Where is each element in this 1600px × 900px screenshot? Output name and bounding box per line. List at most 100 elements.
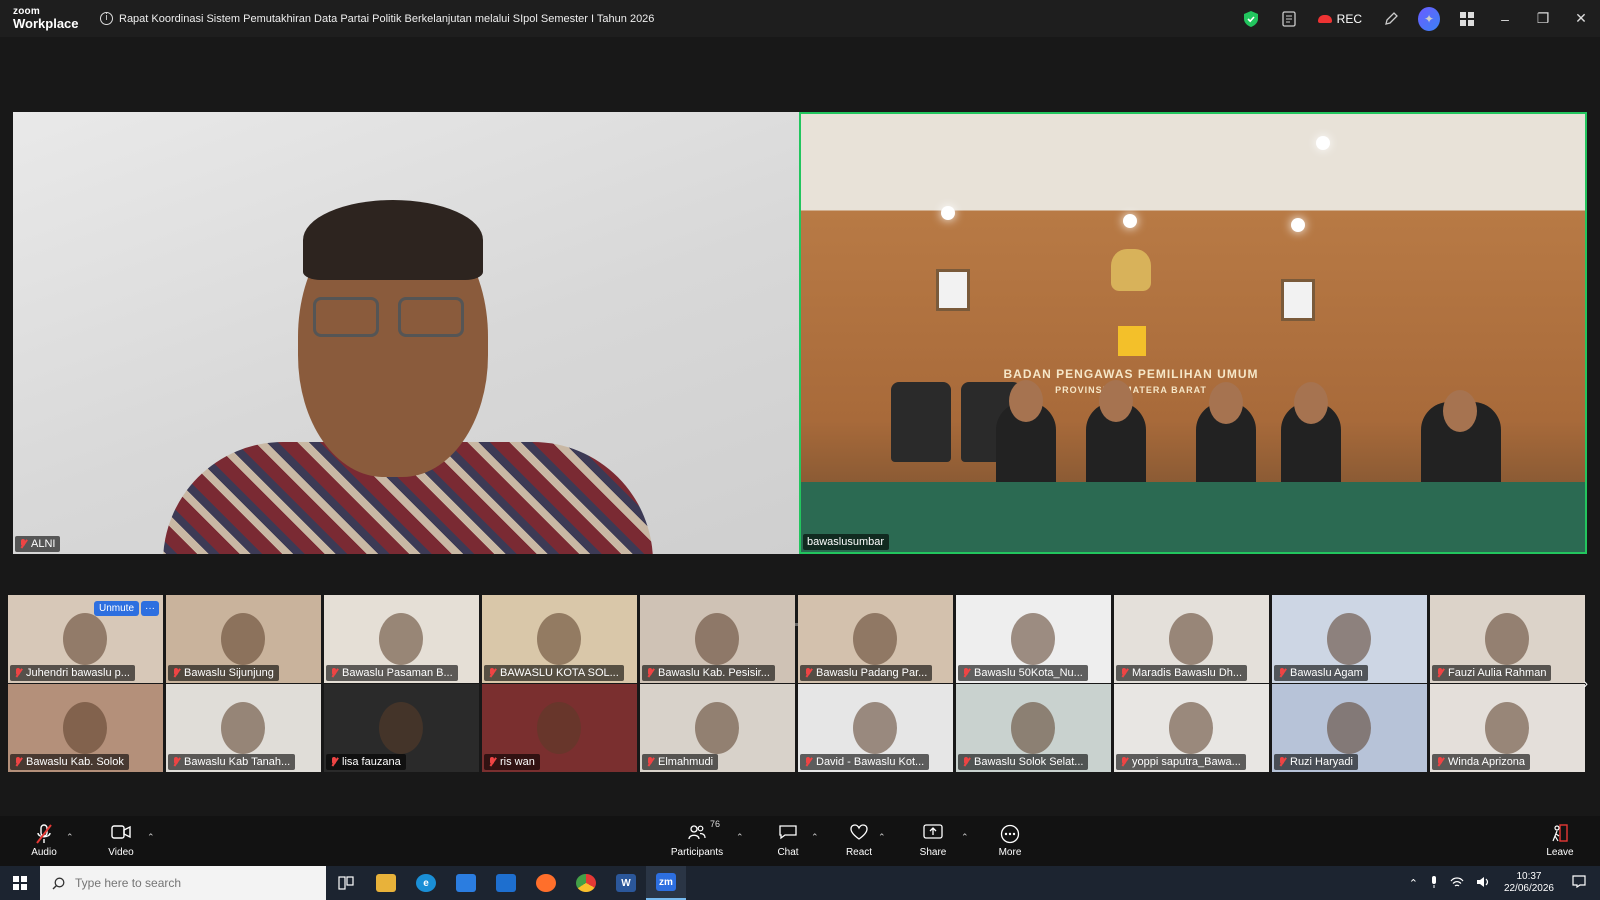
firefox-icon[interactable] [526, 866, 566, 900]
react-button[interactable]: React [844, 816, 874, 866]
attendee-face [1294, 382, 1328, 424]
gallery-tile[interactable]: Juhendri bawaslu p... Unmute ··· [8, 595, 163, 683]
windows-logo-icon [13, 876, 27, 890]
restore-button[interactable]: ❐ [1524, 10, 1562, 27]
video-camera-icon [111, 824, 131, 844]
more-button[interactable]: More [997, 816, 1023, 866]
gallery-tile[interactable]: ris wan [482, 684, 637, 772]
participant-hair [303, 200, 483, 280]
info-icon[interactable]: i [100, 12, 113, 25]
gallery-tile[interactable]: Bawaslu 50Kota_Nu... [956, 595, 1111, 683]
share-button[interactable]: Share [918, 816, 948, 866]
more-label: More [998, 847, 1022, 858]
shield-icon[interactable] [1240, 8, 1262, 30]
word-icon[interactable]: W [606, 866, 646, 900]
store-icon[interactable] [446, 866, 486, 900]
participant-name: Winda Aprizona [1448, 756, 1526, 768]
clock-time: 10:37 [1516, 870, 1542, 882]
close-button[interactable]: ✕ [1562, 10, 1600, 27]
gallery-tile[interactable]: David - Bawaslu Kot... [798, 684, 953, 772]
participant-name: ALNI [31, 538, 56, 550]
mic-muted-icon [488, 757, 496, 767]
gallery-tile[interactable]: Fauzi Aulia Rahman [1430, 595, 1585, 683]
file-explorer-icon[interactable] [366, 866, 406, 900]
video-tile-speaker-2-active[interactable]: BADAN PENGAWAS PEMILIHAN UMUM PROVINSI S… [799, 112, 1587, 554]
chevron-up-icon[interactable]: ⌃ [1409, 877, 1418, 890]
pencil-icon[interactable] [1380, 8, 1402, 30]
minimize-button[interactable]: – [1486, 11, 1524, 27]
search-input[interactable] [75, 876, 305, 890]
gallery-tile[interactable]: Bawaslu Kab Tanah... [166, 684, 321, 772]
chat-icon [779, 824, 797, 844]
video-tile-speaker-1[interactable]: ALNI [13, 112, 799, 554]
notes-icon[interactable] [1278, 8, 1300, 30]
participant-name-label: lisa fauzana [326, 754, 406, 770]
gallery-tile[interactable]: Winda Aprizona [1430, 684, 1585, 772]
leave-button[interactable]: Leave [1546, 816, 1574, 866]
chat-options-chevron-up-icon[interactable]: ⌃ [811, 833, 819, 843]
participant-name-label: Fauzi Aulia Rahman [1432, 665, 1552, 681]
gallery-tile[interactable]: Bawaslu Kab. Pesisir... [640, 595, 795, 683]
ceiling-light [1291, 218, 1305, 232]
gallery-tile[interactable]: Bawaslu Solok Selat... [956, 684, 1111, 772]
gallery-tile[interactable]: Bawaslu Padang Par... [798, 595, 953, 683]
participant-video [1011, 702, 1055, 754]
audio-options-chevron-up-icon[interactable]: ⌃ [66, 833, 74, 843]
video-options-chevron-up-icon[interactable]: ⌃ [147, 833, 155, 843]
gallery-tile[interactable]: lisa fauzana [324, 684, 479, 772]
participant-name: Bawaslu Solok Selat... [974, 756, 1084, 768]
start-button[interactable] [0, 866, 40, 900]
participant-video [63, 702, 107, 754]
gallery-tile[interactable]: Bawaslu Pasaman B... [324, 595, 479, 683]
tile-more-button[interactable]: ··· [141, 601, 159, 616]
gallery-tile[interactable]: BAWASLU KOTA SOL... [482, 595, 637, 683]
gallery-tile[interactable]: Maradis Bawaslu Dh... [1114, 595, 1269, 683]
chrome-icon[interactable] [566, 866, 606, 900]
gallery-tile[interactable]: yoppi saputra_Bawa... [1114, 684, 1269, 772]
chat-button[interactable]: Chat [774, 816, 802, 866]
react-label: React [845, 847, 873, 858]
share-label: Share [919, 847, 947, 858]
gallery-tile[interactable]: Bawaslu Sijunjung [166, 595, 321, 683]
participant-name-label: Bawaslu Kab Tanah... [168, 754, 296, 770]
video-label: Video [108, 847, 134, 858]
more-dots-icon [1000, 824, 1020, 844]
gallery-strip: Winda Aprizona Ruzi Haryadi yoppi saputra_… [8, 595, 1592, 773]
network-icon[interactable] [1450, 876, 1464, 891]
mic-muted-icon [1436, 668, 1444, 678]
unmute-button[interactable]: Unmute [93, 601, 139, 616]
taskbar-search[interactable] [40, 866, 326, 900]
react-options-chevron-up-icon[interactable]: ⌃ [878, 833, 886, 843]
gallery-tile[interactable]: Bawaslu Agam [1272, 595, 1427, 683]
video-button[interactable]: Video [104, 816, 138, 866]
record-indicator[interactable]: REC [1317, 12, 1362, 26]
edge-icon[interactable]: e [406, 866, 446, 900]
participant-name-label: Bawaslu Kab. Solok [10, 754, 129, 770]
participant-name: Juhendri bawaslu p... [26, 667, 130, 679]
gallery-tile[interactable]: Elmahmudi [640, 684, 795, 772]
record-cloud-icon [1317, 14, 1332, 23]
gallery-tile[interactable]: Ruzi Haryadi [1272, 684, 1427, 772]
participant-name: Bawaslu Padang Par... [816, 667, 928, 679]
mic-muted-icon [646, 668, 654, 678]
zoom-taskbar-icon[interactable]: zm [646, 866, 686, 900]
participant-name-label: David - Bawaslu Kot... [800, 754, 930, 770]
audio-button[interactable]: Audio [28, 816, 60, 866]
taskbar-clock[interactable]: 10:37 22/06/2026 [1504, 871, 1554, 896]
notifications-icon[interactable] [1572, 875, 1586, 891]
task-view-icon[interactable] [326, 866, 366, 900]
windows-taskbar: e W zm ⌃ 10:37 22/06/2026 [0, 866, 1600, 900]
mail-icon[interactable] [486, 866, 526, 900]
chevron-right-icon[interactable]: › [1583, 675, 1588, 691]
ai-companion-button[interactable]: ✦ [1418, 6, 1440, 31]
volume-icon[interactable] [1476, 876, 1490, 891]
apps-grid-icon[interactable] [1456, 8, 1478, 30]
title-bar: zoom Workplace i Rapat Koordinasi Sistem… [0, 0, 1600, 37]
gallery-tile[interactable]: Bawaslu Kab. Solok [8, 684, 163, 772]
share-screen-icon [923, 824, 943, 844]
participants-options-chevron-up-icon[interactable]: ⌃ [736, 833, 744, 843]
search-icon [52, 877, 65, 889]
microphone-icon[interactable] [1430, 875, 1438, 891]
share-options-chevron-up-icon[interactable]: ⌃ [961, 833, 969, 843]
participant-name: ris wan [500, 756, 535, 768]
